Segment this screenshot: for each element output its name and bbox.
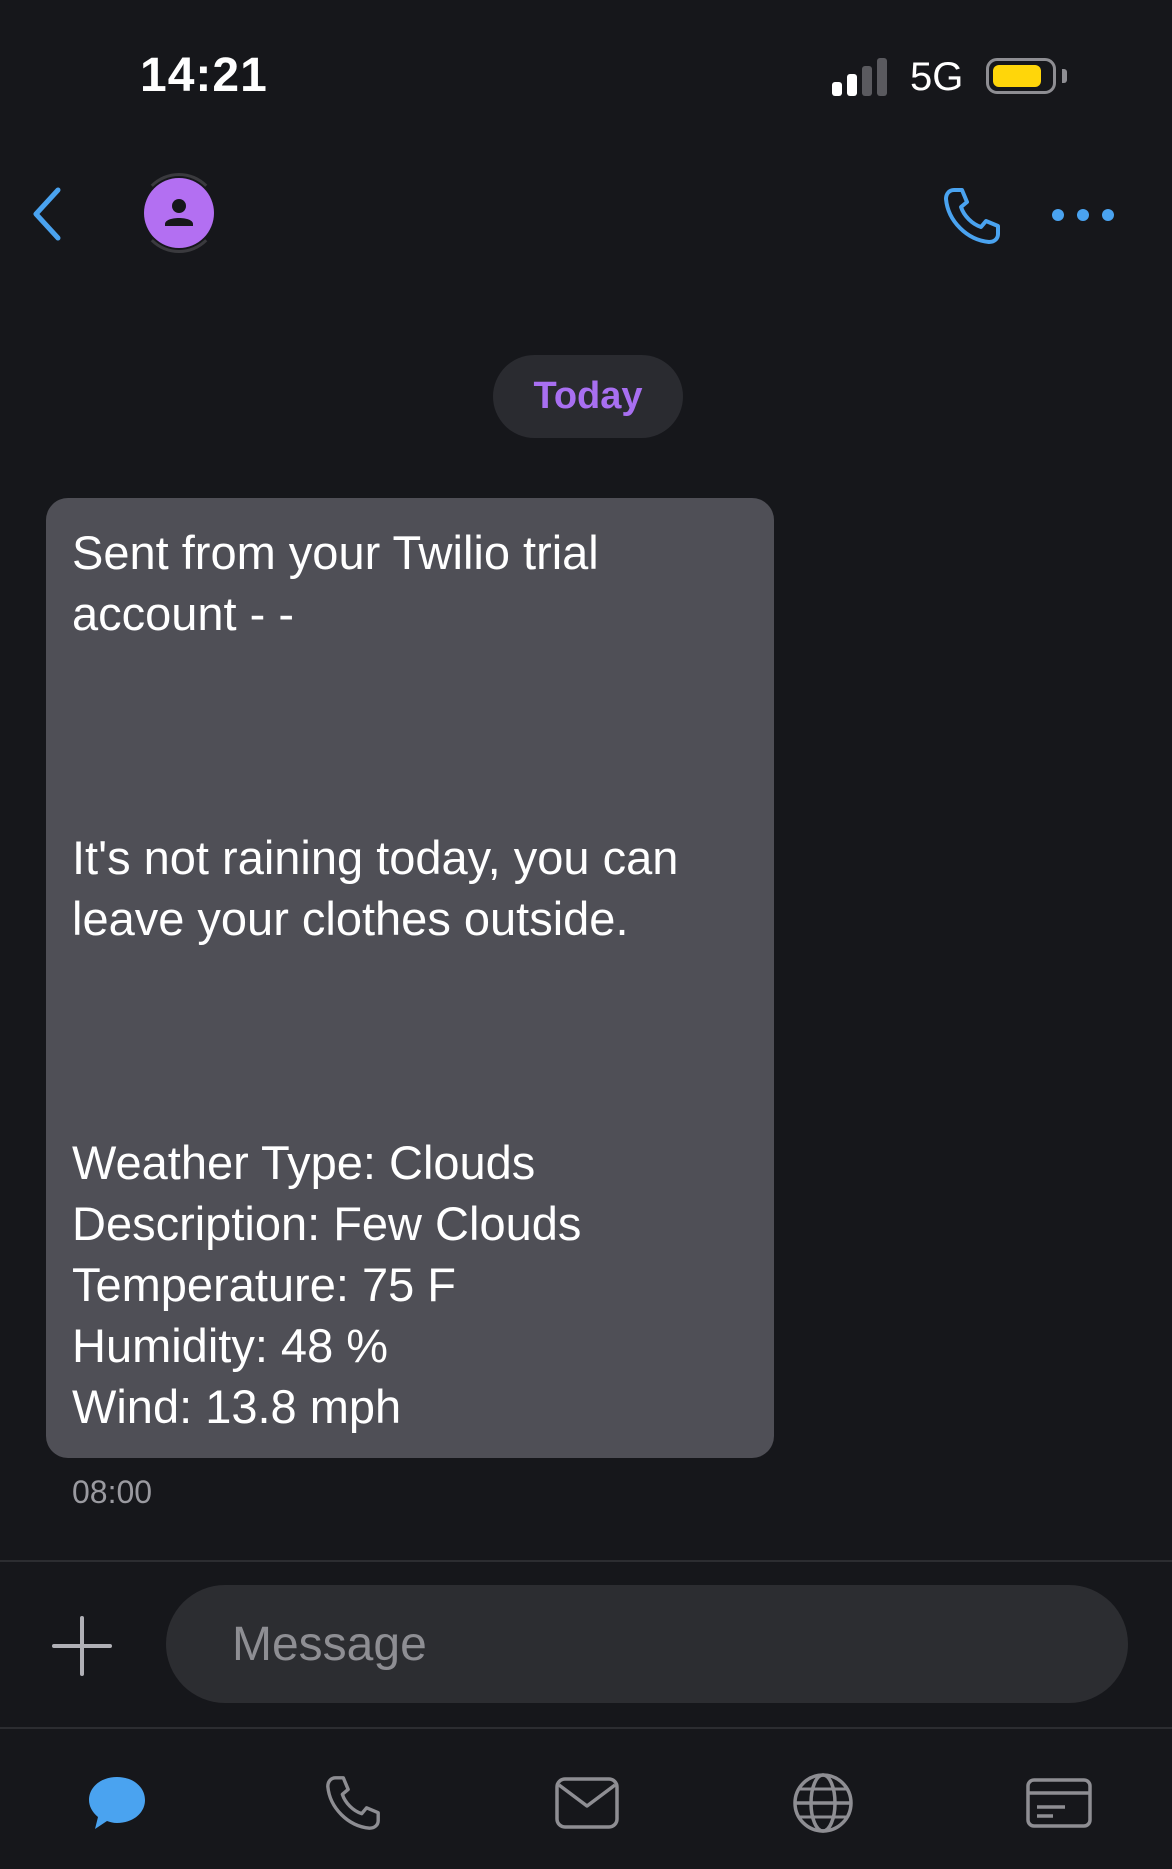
signal-icon [832, 58, 892, 96]
nav-web[interactable] [788, 1770, 858, 1836]
date-separator: Today [493, 355, 683, 438]
contact-avatar[interactable] [144, 178, 214, 248]
network-label: 5G [910, 55, 964, 99]
message-input[interactable] [166, 1585, 1128, 1703]
divider [0, 1727, 1172, 1729]
add-attachment-button[interactable] [50, 1614, 114, 1678]
weather-wind: Wind: 13.8 mph [72, 1380, 402, 1433]
call-button[interactable] [940, 184, 1004, 248]
ellipsis-icon [1052, 209, 1114, 221]
divider [0, 1560, 1172, 1562]
status-time: 14:21 [140, 49, 268, 102]
nav-wallet[interactable] [1024, 1770, 1094, 1836]
message-line-rain: It's not raining today, you can leave yo… [72, 831, 679, 945]
card-icon [1026, 1778, 1092, 1828]
date-label: Today [533, 375, 643, 417]
chat-bubble-icon [89, 1777, 145, 1829]
battery-fill [993, 65, 1041, 87]
message-bubble[interactable]: Sent from your Twilio trial account - - … [46, 498, 774, 1458]
nav-mail[interactable] [552, 1770, 622, 1836]
back-button[interactable] [28, 186, 68, 242]
battery-icon [986, 58, 1056, 94]
nav-calls[interactable] [318, 1770, 388, 1836]
person-icon [165, 199, 193, 226]
weather-details: Weather Type: Clouds Description: Few Cl… [72, 1132, 748, 1437]
more-button[interactable] [1048, 200, 1118, 230]
phone-icon [944, 188, 1000, 244]
chevron-left-icon [33, 187, 61, 241]
globe-icon [793, 1773, 853, 1833]
message-line-twilio: Sent from your Twilio trial account - - [72, 526, 599, 640]
nav-messages[interactable] [82, 1770, 152, 1836]
battery-tip [1062, 69, 1067, 83]
weather-humidity: Humidity: 48 % [72, 1319, 389, 1372]
weather-description: Description: Few Clouds [72, 1197, 582, 1250]
message-timestamp: 08:00 [72, 1474, 153, 1510]
weather-type: Weather Type: Clouds [72, 1136, 536, 1189]
mail-icon [555, 1777, 619, 1829]
phone-icon [326, 1776, 380, 1830]
weather-temperature: Temperature: 75 F [72, 1258, 457, 1311]
